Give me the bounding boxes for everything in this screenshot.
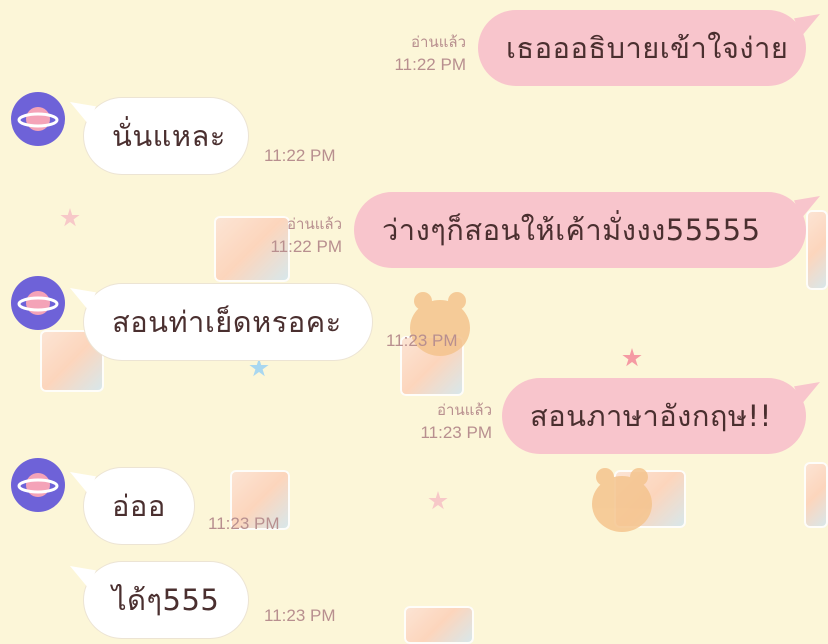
- incoming-message-bubble[interactable]: อ่ออ: [84, 468, 194, 544]
- message-text: อ่ออ: [112, 489, 166, 523]
- star-decoration-icon: [428, 491, 448, 510]
- planet-icon: [17, 291, 59, 315]
- star-decoration-icon: [60, 208, 80, 227]
- read-receipt: อ่านแล้ว: [437, 402, 492, 419]
- outgoing-message-bubble[interactable]: เธอออธิบายเข้าใจง่าย: [478, 10, 806, 86]
- message-meta: อ่านแล้ว 11:22 PM: [346, 32, 466, 76]
- message-meta: อ่านแล้ว 11:22 PM: [222, 214, 342, 258]
- message-time: 11:23 PM: [264, 606, 336, 625]
- message-text: ได้ๆ555: [112, 583, 220, 617]
- incoming-message-bubble[interactable]: ได้ๆ555: [84, 562, 248, 638]
- message-text: สอนท่าเย็ดหรอคะ: [112, 305, 342, 339]
- read-receipt: อ่านแล้ว: [287, 216, 342, 233]
- sticker-decoration: [404, 606, 474, 644]
- incoming-message-bubble[interactable]: สอนท่าเย็ดหรอคะ: [84, 284, 372, 360]
- message-text: เธอออธิบายเข้าใจง่าย: [506, 31, 789, 65]
- message-meta: อ่านแล้ว 11:23 PM: [372, 400, 492, 444]
- message-time: 11:22 PM: [394, 55, 466, 74]
- message-time: 11:23 PM: [420, 423, 492, 442]
- sticker-decoration: [806, 210, 828, 290]
- read-receipt: อ่านแล้ว: [411, 34, 466, 51]
- message-time: 11:22 PM: [264, 146, 336, 165]
- contact-avatar[interactable]: [11, 458, 65, 512]
- bear-sticker-icon: [592, 468, 652, 532]
- outgoing-message-bubble[interactable]: ว่างๆก็สอนให้เค้ามั่งงง55555: [354, 192, 806, 268]
- star-decoration-icon: [622, 348, 642, 367]
- contact-avatar[interactable]: [11, 92, 65, 146]
- message-text: สอนภาษาอังกฤษ!!: [530, 399, 772, 433]
- message-time: 11:23 PM: [208, 514, 280, 533]
- contact-avatar[interactable]: [11, 276, 65, 330]
- planet-icon: [17, 107, 59, 131]
- message-text: ว่างๆก็สอนให้เค้ามั่งงง55555: [382, 213, 761, 247]
- message-time: 11:23 PM: [386, 331, 458, 350]
- incoming-message-bubble[interactable]: นั่นแหละ: [84, 98, 248, 174]
- sticker-decoration: [804, 462, 828, 528]
- star-decoration-icon: [249, 358, 269, 377]
- message-text: นั่นแหละ: [112, 119, 226, 153]
- planet-icon: [17, 473, 59, 497]
- outgoing-message-bubble[interactable]: สอนภาษาอังกฤษ!!: [502, 378, 806, 454]
- message-time: 11:22 PM: [270, 237, 342, 256]
